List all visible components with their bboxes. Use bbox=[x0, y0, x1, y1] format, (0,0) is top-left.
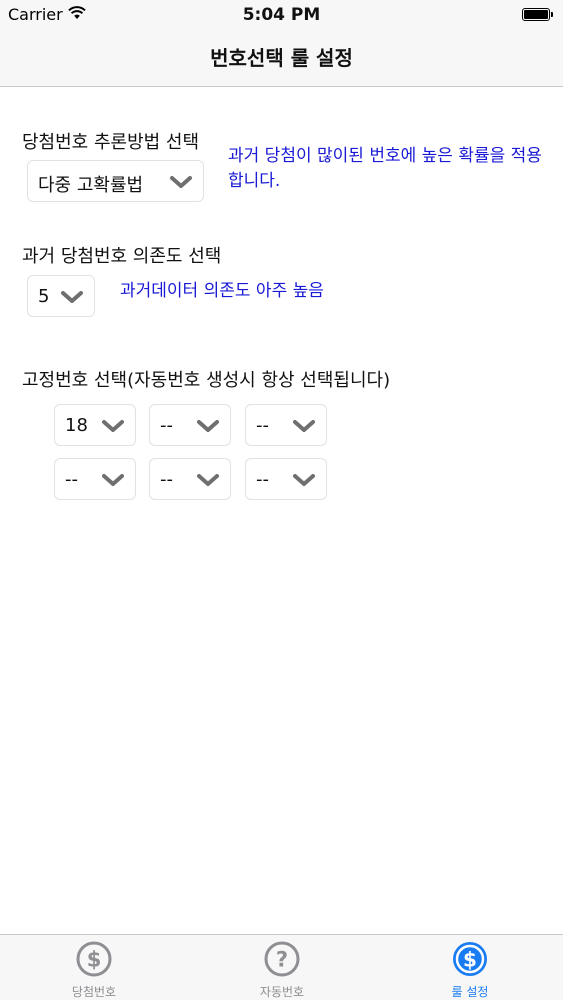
method-description: 과거 당첨이 많이된 번호에 높은 확률을 적용합니다. bbox=[228, 146, 542, 191]
fixed-number-value: -- bbox=[160, 415, 173, 436]
chevron-down-icon bbox=[197, 420, 219, 432]
dollar-icon: $ bbox=[453, 942, 487, 976]
chevron-down-icon bbox=[102, 474, 124, 486]
method-label: 당첨번호 추론방법 선택 bbox=[22, 132, 200, 153]
method-select-value: 다중 고확률법 bbox=[38, 175, 144, 196]
tab-label: 룰 설정 bbox=[451, 985, 489, 999]
tab-label: 자동번호 bbox=[259, 985, 305, 999]
svg-text:?: ? bbox=[276, 948, 288, 972]
navigation-bar: 번호선택 룰 설정 bbox=[0, 30, 563, 87]
chevron-down-icon bbox=[170, 176, 192, 188]
fixed-number-select-4[interactable]: -- bbox=[54, 458, 136, 500]
tab-rule-settings[interactable]: $ 룰 설정 bbox=[376, 935, 563, 1001]
fixed-number-value: 18 bbox=[65, 415, 88, 436]
fixed-number-value: -- bbox=[256, 469, 269, 490]
tab-auto-numbers[interactable]: ? 자동번호 bbox=[188, 935, 376, 1001]
chevron-down-icon bbox=[61, 291, 83, 303]
fixed-number-value: -- bbox=[65, 469, 78, 490]
tab-winning-numbers[interactable]: $ 당첨번호 bbox=[0, 935, 188, 1001]
tab-label: 당첨번호 bbox=[71, 985, 117, 999]
question-icon: ? bbox=[264, 941, 300, 977]
fixed-number-value: -- bbox=[160, 469, 173, 490]
dependency-label: 과거 당첨번호 의존도 선택 bbox=[22, 246, 222, 267]
fixed-number-select-5[interactable]: -- bbox=[149, 458, 231, 500]
fixed-numbers-label: 고정번호 선택(자동번호 생성시 항상 선택됩니다) bbox=[22, 370, 391, 391]
method-select[interactable]: 다중 고확률법 bbox=[27, 160, 204, 202]
chevron-down-icon bbox=[102, 420, 124, 432]
dependency-description: 과거데이터 의존도 아주 높음 bbox=[120, 281, 324, 301]
battery-icon bbox=[522, 8, 553, 21]
fixed-number-select-3[interactable]: -- bbox=[245, 404, 327, 446]
chevron-down-icon bbox=[197, 474, 219, 486]
chevron-down-icon bbox=[293, 474, 315, 486]
status-bar: Carrier 5:04 PM bbox=[0, 0, 563, 30]
dollar-icon: $ bbox=[76, 941, 112, 977]
fixed-number-select-1[interactable]: 18 bbox=[54, 404, 136, 446]
dependency-select[interactable]: 5 bbox=[27, 275, 95, 317]
tab-bar: $ 당첨번호 ? 자동번호 $ 룰 설정 bbox=[0, 934, 563, 1000]
clock: 5:04 PM bbox=[242, 5, 321, 25]
fixed-number-value: -- bbox=[256, 415, 269, 436]
fixed-number-select-2[interactable]: -- bbox=[149, 404, 231, 446]
svg-text:$: $ bbox=[87, 948, 102, 972]
fixed-number-select-6[interactable]: -- bbox=[245, 458, 327, 500]
page-title: 번호선택 룰 설정 bbox=[210, 46, 353, 70]
svg-text:$: $ bbox=[463, 948, 477, 972]
chevron-down-icon bbox=[293, 420, 315, 432]
dependency-select-value: 5 bbox=[38, 286, 50, 307]
